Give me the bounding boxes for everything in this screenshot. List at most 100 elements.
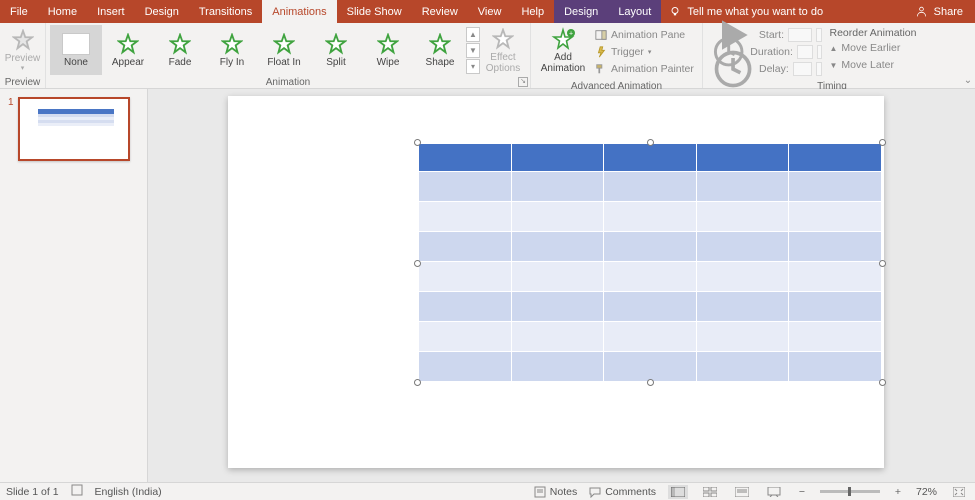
start-combo[interactable] [788, 28, 812, 42]
none-icon [62, 33, 90, 55]
trigger-icon [595, 46, 607, 58]
gallery-more[interactable]: ▾ [466, 59, 480, 74]
delay-spinner[interactable] [816, 62, 821, 76]
thumbnail-1-preview [38, 109, 114, 126]
tab-slideshow[interactable]: Slide Show [337, 0, 412, 23]
tab-animations[interactable]: Animations [262, 0, 336, 23]
view-slideshow[interactable] [764, 485, 784, 499]
anim-shape-label: Shape [426, 57, 455, 68]
preview-button[interactable]: Preview ▾ [4, 25, 41, 75]
duration-spinner[interactable] [817, 45, 822, 59]
tab-file[interactable]: File [0, 0, 38, 23]
svg-text:+: + [569, 30, 573, 37]
star-icon [169, 33, 191, 55]
anim-flyin[interactable]: Fly In [206, 25, 258, 75]
reorder-header: Reorder Animation [830, 27, 917, 39]
resize-handle-ne[interactable] [879, 139, 886, 146]
animation-pane-button[interactable]: Animation Pane [595, 27, 694, 43]
move-earlier-button[interactable]: ▲ Move Earlier [830, 40, 917, 56]
anim-shape[interactable]: Shape [414, 25, 466, 75]
share-button[interactable]: Share [903, 0, 975, 23]
view-sorter[interactable] [700, 485, 720, 499]
star-icon [492, 28, 514, 50]
animation-painter-button[interactable]: Animation Painter [595, 61, 694, 77]
tab-table-layout[interactable]: Layout [608, 0, 661, 23]
anim-none[interactable]: None [50, 25, 102, 75]
zoom-level[interactable]: 72% [916, 486, 937, 498]
resize-handle-n[interactable] [647, 139, 654, 146]
move-later-label: Move Later [841, 59, 894, 71]
tab-table-design[interactable]: Design [554, 0, 608, 23]
tell-me-search[interactable]: Tell me what you want to do [661, 0, 902, 23]
star-icon [221, 33, 243, 55]
resize-handle-e[interactable] [879, 260, 886, 267]
view-reading[interactable] [732, 485, 752, 499]
gallery-down[interactable]: ▼ [466, 43, 480, 58]
move-earlier-label: Move Earlier [841, 42, 900, 54]
group-preview-label: Preview [0, 77, 45, 88]
duration-field[interactable] [797, 45, 813, 59]
slide-canvas-area[interactable] [148, 89, 975, 482]
tab-review[interactable]: Review [412, 0, 468, 23]
down-arrow-icon: ▼ [830, 61, 838, 70]
resize-handle-w[interactable] [414, 260, 421, 267]
slide-indicator: Slide 1 of 1 [6, 486, 59, 498]
effect-options-label: Effect Options [486, 52, 520, 74]
accessibility-icon[interactable] [71, 484, 83, 499]
zoom-slider-thumb[interactable] [848, 487, 851, 496]
notes-button[interactable]: Notes [534, 486, 577, 498]
resize-handle-se[interactable] [879, 379, 886, 386]
delay-label: Delay: [759, 63, 789, 75]
animation-dialog-launcher[interactable]: ↘ [518, 77, 528, 87]
anim-fade[interactable]: Fade [154, 25, 206, 75]
resize-handle-sw[interactable] [414, 379, 421, 386]
anim-floatin[interactable]: Float In [258, 25, 310, 75]
delay-field[interactable] [793, 62, 813, 76]
painter-icon [595, 63, 607, 75]
slide-1[interactable] [228, 96, 884, 468]
share-icon [915, 5, 928, 18]
gallery-up[interactable]: ▲ [466, 27, 480, 42]
anim-split[interactable]: Split [310, 25, 362, 75]
collapse-ribbon-button[interactable]: ⌄ [961, 75, 975, 88]
tab-design[interactable]: Design [135, 0, 189, 23]
trigger-button[interactable]: Trigger ▾ [595, 44, 694, 60]
tell-me-placeholder: Tell me what you want to do [687, 6, 823, 18]
comments-button[interactable]: Comments [589, 486, 656, 498]
tab-insert[interactable]: Insert [87, 0, 135, 23]
resize-handle-s[interactable] [647, 379, 654, 386]
thumbnail-1[interactable] [18, 97, 130, 161]
tab-view[interactable]: View [468, 0, 512, 23]
anim-appear-label: Appear [112, 57, 144, 68]
slide-thumbnail-pane: 1 [0, 89, 148, 482]
anim-split-label: Split [326, 57, 345, 68]
view-normal[interactable] [668, 485, 688, 499]
tab-home[interactable]: Home [38, 0, 87, 23]
group-preview: Preview ▾ Preview [0, 23, 46, 88]
start-combo-button[interactable] [816, 28, 822, 42]
tab-transitions[interactable]: Transitions [189, 0, 262, 23]
group-animation-label: Animation↘ [46, 77, 530, 88]
zoom-in[interactable]: + [892, 486, 904, 498]
language-indicator[interactable]: English (India) [95, 486, 162, 498]
tab-help[interactable]: Help [511, 0, 554, 23]
anim-wipe[interactable]: Wipe [362, 25, 414, 75]
timing-delay-row: Delay: [711, 61, 822, 77]
trigger-label: Trigger [611, 46, 644, 58]
star-icon [325, 33, 347, 55]
notes-label: Notes [550, 486, 577, 498]
effect-options-button[interactable]: Effect Options [480, 25, 526, 75]
fit-to-window[interactable] [949, 485, 969, 499]
add-animation-button[interactable]: + Add Animation [535, 25, 591, 75]
thumbnail-1-number: 1 [8, 97, 14, 161]
resize-handle-nw[interactable] [414, 139, 421, 146]
selected-table[interactable] [418, 143, 882, 382]
anim-appear[interactable]: Appear [102, 25, 154, 75]
zoom-slider[interactable] [820, 490, 880, 493]
zoom-out[interactable]: − [796, 486, 808, 498]
star-icon [429, 33, 451, 55]
anim-wipe-label: Wipe [377, 57, 400, 68]
pane-icon [595, 29, 607, 41]
comments-label: Comments [605, 486, 656, 498]
move-later-button[interactable]: ▼ Move Later [830, 57, 917, 73]
